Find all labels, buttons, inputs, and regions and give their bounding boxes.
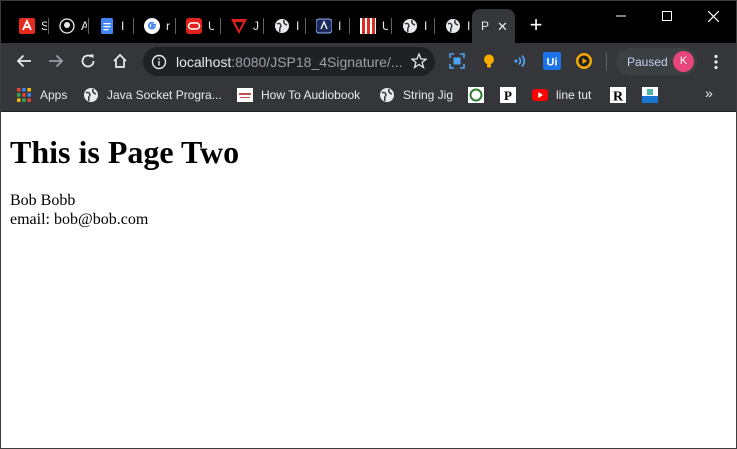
bookmark-label: line tut [556, 88, 592, 102]
bookmark-line-tut[interactable]: line tut [532, 85, 591, 105]
bookmarks-overflow-button[interactable]: » [705, 85, 713, 101]
maximize-button[interactable] [644, 1, 690, 31]
play-extension-icon[interactable] [574, 51, 594, 71]
bookmarks-bar: Apps Java Socket Progra... How To Audiob… [1, 80, 736, 112]
globe-icon [274, 18, 290, 34]
acrobat-icon [19, 18, 35, 34]
sync-status-label: Paused [627, 54, 668, 69]
bookmark-label: String Jig [403, 88, 454, 102]
svg-text:P: P [504, 88, 512, 103]
bookmark-p-logo[interactable]: P [500, 85, 516, 105]
bookmark-r-logo[interactable]: R [610, 85, 626, 105]
svg-text:R: R [613, 90, 624, 104]
oracle-icon [186, 18, 202, 34]
toolbar: localhost:8080/JSP18_4Signature/... Ui P… [1, 43, 736, 80]
tab-3[interactable]: I [89, 9, 134, 43]
globe-icon [402, 18, 418, 34]
globe-icon [83, 87, 99, 103]
avatar: K [673, 51, 694, 72]
close-window-button[interactable] [690, 1, 736, 31]
square-logo-icon [642, 87, 658, 103]
striped-icon [360, 18, 376, 34]
home-button[interactable] [106, 47, 134, 75]
url-host: localhost [176, 53, 232, 70]
tab-11[interactable]: I [435, 9, 472, 43]
google-icon [144, 18, 160, 34]
bookmark-label: How To Audiobook [261, 88, 361, 102]
url-path: :8080/JSP18_4Signature/... [231, 53, 403, 70]
tab-label: I [296, 19, 300, 33]
p-logo-icon: P [500, 87, 516, 103]
profile-button[interactable]: Paused K [616, 48, 697, 75]
tab-label: J [253, 19, 259, 33]
page-content: This is Page Two Bob Bobb email: bob@bob… [1, 112, 736, 448]
tab-6[interactable]: J [221, 9, 264, 43]
tab-5[interactable]: U [176, 9, 221, 43]
circle-logo-icon [468, 87, 484, 103]
bookmark-java-socket[interactable]: Java Socket Progra... [83, 85, 222, 105]
bookmark-circle-logo[interactable] [468, 85, 484, 105]
tab-label: r [166, 19, 170, 33]
tab-label: I [121, 19, 125, 33]
tab-label: I [424, 19, 428, 33]
tab-2[interactable]: A [49, 9, 89, 43]
bookmark-apps[interactable]: Apps [16, 85, 67, 105]
tab-4[interactable]: r [134, 9, 176, 43]
page-heading: This is Page Two [10, 134, 240, 170]
tab-strip: S A I r U J I [1, 1, 736, 43]
more-menu-icon[interactable] [704, 49, 728, 75]
screenshot-extension-icon[interactable] [447, 51, 467, 71]
tab-label: A [81, 19, 87, 33]
bookmark-square-logo[interactable] [642, 85, 658, 105]
apps-grid-icon [16, 87, 32, 103]
new-tab-button[interactable]: + [525, 14, 547, 36]
globe-icon [379, 87, 395, 103]
tab-7[interactable]: I [264, 9, 306, 43]
forward-button[interactable] [42, 47, 70, 75]
tab-label: P [481, 19, 490, 33]
minimize-button[interactable] [598, 1, 644, 31]
v-logo-icon [231, 18, 247, 34]
tab-10[interactable]: I [392, 9, 435, 43]
toolbar-separator [606, 53, 607, 71]
tab-label: U [382, 19, 388, 33]
youtube-icon [532, 87, 548, 103]
google-docs-icon [99, 18, 115, 34]
bookmark-label: Apps [40, 88, 68, 102]
globe-icon [445, 18, 461, 34]
bookmark-star-icon[interactable] [409, 52, 429, 74]
user-email-text: email: bob@bob.com [10, 211, 149, 228]
bookmark-audiobook[interactable]: How To Audiobook [237, 85, 360, 105]
bookmark-label: Java Socket Progra... [107, 88, 222, 102]
reload-button[interactable] [74, 47, 102, 75]
back-button[interactable] [10, 47, 38, 75]
bookmark-string-jig[interactable]: String Jig [379, 85, 453, 105]
tab-active[interactable]: P ✕ [472, 9, 515, 43]
a-badge-icon [316, 18, 332, 34]
tab-label: S [41, 19, 47, 33]
tab-1[interactable]: S [9, 9, 49, 43]
github-icon [59, 18, 75, 34]
address-bar[interactable]: localhost:8080/JSP18_4Signature/... [143, 47, 435, 76]
svg-text:Ui: Ui [547, 57, 558, 69]
ui-extension-icon[interactable]: Ui [542, 51, 562, 71]
site-info-icon[interactable] [151, 54, 167, 70]
tab-9[interactable]: U [350, 9, 392, 43]
url-text[interactable]: localhost:8080/JSP18_4Signature/... [176, 54, 403, 70]
tab-label: I [338, 19, 342, 33]
r-logo-icon: R [610, 87, 626, 103]
audiobook-icon [237, 87, 253, 103]
tab-8[interactable]: I [306, 9, 350, 43]
browser-window: S A I r U J I [0, 0, 737, 449]
close-tab-icon[interactable]: ✕ [497, 20, 508, 33]
lightbulb-extension-icon[interactable] [479, 51, 499, 71]
user-name-text: Bob Bobb [10, 192, 76, 209]
audio-extension-icon[interactable] [511, 51, 531, 71]
tab-label: U [208, 19, 214, 33]
